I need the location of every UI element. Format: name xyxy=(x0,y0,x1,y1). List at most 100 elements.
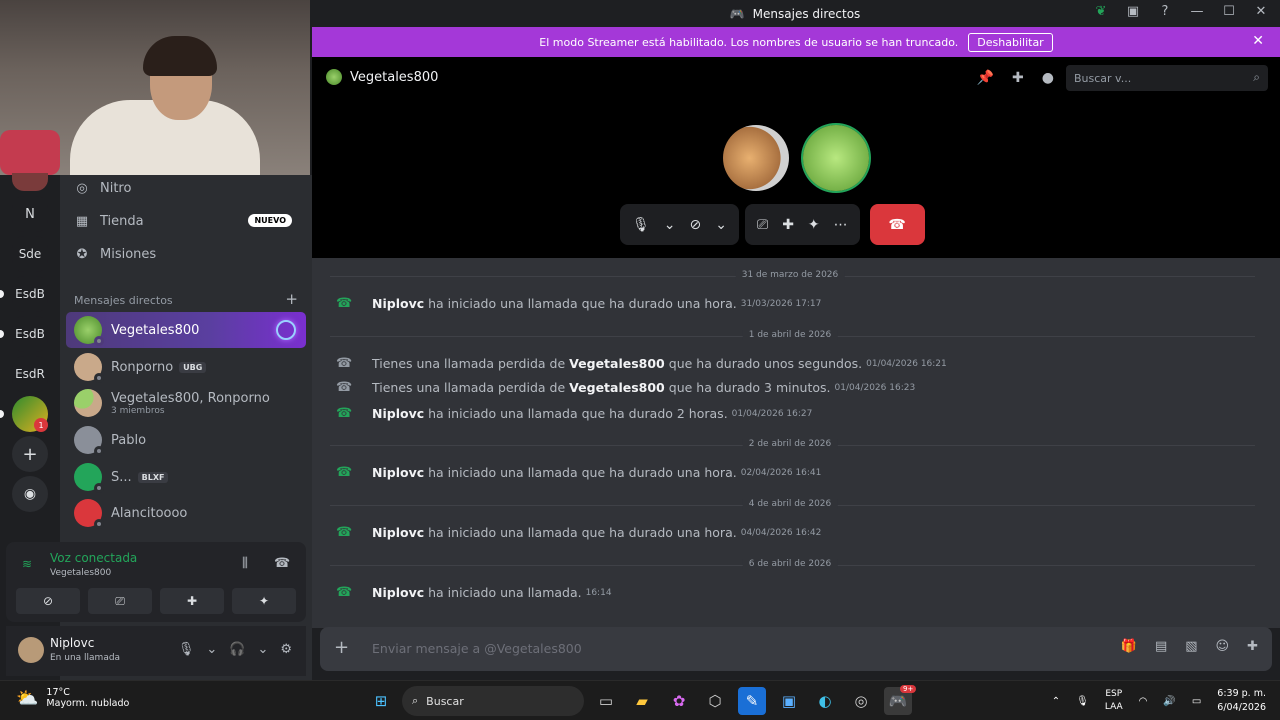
settings-gear-icon[interactable]: ⚙ xyxy=(280,642,292,657)
weather-widget[interactable]: ⛅ 17°C Mayorm. nublado xyxy=(16,687,129,709)
message-prefix: Tienes una llamada perdida de xyxy=(372,380,566,395)
server-icon-esdr[interactable]: EsdR xyxy=(12,356,48,392)
gift-icon[interactable]: 🎁 xyxy=(1121,639,1137,654)
add-server-icon[interactable]: + xyxy=(12,436,48,472)
dm-name: Ronporno xyxy=(111,359,174,375)
message-text: ha iniciado una llamada. xyxy=(428,585,582,600)
message-username[interactable]: Vegetales800 xyxy=(569,356,665,371)
soundboard-icon[interactable]: ✦ xyxy=(808,217,820,233)
chevron-down-icon[interactable]: ⌄ xyxy=(257,642,268,657)
nav-misiones[interactable]: ✪ Misiones xyxy=(74,247,157,262)
task-view-icon[interactable]: ▭ xyxy=(592,687,620,715)
language-indicator[interactable]: ESP LAA xyxy=(1105,688,1123,714)
apps-icon[interactable]: ✚ xyxy=(1247,639,1258,654)
date-divider: 1 de abril de 2026 xyxy=(330,330,1255,340)
help-icon[interactable]: ? xyxy=(1158,4,1172,19)
message-username[interactable]: Niplovc xyxy=(372,465,424,480)
chevron-down-icon[interactable]: ⌄ xyxy=(715,217,727,233)
message-username[interactable]: Niplovc xyxy=(372,296,424,311)
message-prefix: Tienes una llamada perdida de xyxy=(372,356,566,371)
chrome-icon[interactable]: ◎ xyxy=(847,687,875,715)
message-username[interactable]: Vegetales800 xyxy=(569,380,665,395)
title-bar: 🎮 Mensajes directos ❦ ▣ ? — ☐ ✕ xyxy=(310,0,1280,27)
mention-badge: 1 xyxy=(34,418,48,432)
call-participant-avatar[interactable] xyxy=(723,125,789,191)
dm-section-header: Mensajes directos xyxy=(74,294,173,307)
message-username[interactable]: Niplovc xyxy=(372,525,424,540)
user-avatar[interactable] xyxy=(18,637,44,663)
headphones-icon[interactable]: 🎧 xyxy=(229,642,245,657)
close-window-button[interactable]: ✕ xyxy=(1254,4,1268,19)
copilot-icon[interactable]: ✿ xyxy=(665,687,693,715)
dm-item-alancitoooo[interactable]: Alancitoooo xyxy=(66,495,306,531)
nav-nitro[interactable]: ◎ Nitro xyxy=(74,181,131,196)
message-input[interactable]: Enviar mensaje a @Vegetales800 xyxy=(372,641,582,656)
chevron-down-icon[interactable]: ⌄ xyxy=(664,217,676,233)
store-icon[interactable]: ▣ xyxy=(775,687,803,715)
more-icon[interactable]: ⋯ xyxy=(834,217,848,233)
volume-icon[interactable]: 🔊 xyxy=(1163,696,1175,707)
contact-name[interactable]: Vegetales800 xyxy=(350,70,438,85)
taskbar-search-label: Buscar xyxy=(426,694,464,708)
file-explorer-icon[interactable]: ▰ xyxy=(628,687,656,715)
leaf-icon[interactable]: ❦ xyxy=(1094,4,1108,19)
share-screen-icon[interactable]: ⎚ xyxy=(757,217,768,233)
sticker-icon[interactable]: ▧ xyxy=(1185,639,1197,654)
minimize-button[interactable]: — xyxy=(1190,4,1204,19)
voice-status[interactable]: Voz conectada xyxy=(50,551,137,565)
taskbar-search[interactable]: ⌕ Buscar xyxy=(402,686,584,716)
pin-icon[interactable]: 📌 xyxy=(977,70,994,86)
emoji-icon[interactable]: ☺ xyxy=(1216,639,1230,654)
close-banner-icon[interactable]: ✕ xyxy=(1252,33,1264,49)
dm-item-ronporno[interactable]: Ronporno UBG xyxy=(66,349,306,385)
add-friend-icon[interactable]: ✚ xyxy=(1012,70,1024,86)
dm-item-group[interactable]: Vegetales800, Ronporno 3 miembros xyxy=(66,385,306,421)
discover-icon[interactable]: ◉ xyxy=(12,476,48,512)
nav-tienda[interactable]: ▦ Tienda xyxy=(74,214,144,229)
wifi-icon[interactable]: ◠ xyxy=(1139,696,1148,707)
chevron-down-icon[interactable]: ⌄ xyxy=(206,642,217,657)
search-icon: ⌕ xyxy=(1253,70,1260,84)
message-timestamp: 31/03/2026 17:17 xyxy=(740,298,822,309)
edge-icon[interactable]: ◐ xyxy=(811,687,839,715)
profile-icon[interactable]: ● xyxy=(1042,70,1054,86)
call-participant-avatar-speaking[interactable] xyxy=(803,125,869,191)
disconnect-icon[interactable]: ☎ xyxy=(274,556,290,571)
disable-streamer-button[interactable]: Deshabilitar xyxy=(968,32,1053,52)
inbox-icon[interactable]: ▣ xyxy=(1126,4,1140,19)
missed-call-message: ☎ Tienes una llamada perdida de Vegetales8… xyxy=(336,356,947,371)
server-icon-esdb-2[interactable]: EsdB xyxy=(12,316,48,352)
server-icon-partial[interactable] xyxy=(12,173,48,191)
camera-off-button[interactable]: ⊘ xyxy=(16,588,80,614)
create-dm-icon[interactable]: + xyxy=(285,290,298,308)
hang-up-button[interactable]: ☎ xyxy=(869,204,925,245)
share-screen-button[interactable]: ⎚ xyxy=(88,588,152,614)
activities-button[interactable]: ✚ xyxy=(160,588,224,614)
chevron-up-icon[interactable]: ⌃ xyxy=(1052,696,1060,707)
maximize-button[interactable]: ☐ xyxy=(1222,4,1236,19)
noise-suppression-icon[interactable]: ⫼ xyxy=(242,556,248,571)
camera-off-icon[interactable]: ⊘ xyxy=(690,217,702,233)
editor-icon[interactable]: ✎ xyxy=(738,687,766,715)
dm-item-vegetales800[interactable]: Vegetales800 xyxy=(66,312,306,348)
dm-item-pablo[interactable]: Pablo xyxy=(66,422,306,458)
start-icon[interactable]: ⊞ xyxy=(367,687,395,715)
clock[interactable]: 6:39 p. m. 6/04/2026 xyxy=(1217,687,1266,715)
server-icon-sde[interactable]: Sde xyxy=(12,236,48,272)
mic-icon[interactable]: 🎙 xyxy=(178,642,195,657)
soundboard-button[interactable]: ✦ xyxy=(232,588,296,614)
mic-icon[interactable]: 🎙 xyxy=(1076,696,1089,707)
mic-icon[interactable]: 🎙 xyxy=(632,217,650,233)
message-username[interactable]: Niplovc xyxy=(372,406,424,421)
unread-pill xyxy=(0,410,4,418)
message-username[interactable]: Niplovc xyxy=(372,585,424,600)
battery-icon[interactable]: ▭ xyxy=(1192,696,1201,707)
dm-item-s[interactable]: S... BLXF xyxy=(66,459,306,495)
gif-icon[interactable]: ▤ xyxy=(1155,639,1167,654)
server-icon-esdb-1[interactable]: EsdB xyxy=(12,276,48,312)
attach-icon[interactable]: + xyxy=(334,637,349,658)
search-input[interactable]: Buscar v... ⌕ xyxy=(1066,65,1268,91)
server-icon-n[interactable]: N xyxy=(12,196,48,232)
activities-icon[interactable]: ✚ xyxy=(782,217,794,233)
app-icon[interactable]: ⬡ xyxy=(701,687,729,715)
